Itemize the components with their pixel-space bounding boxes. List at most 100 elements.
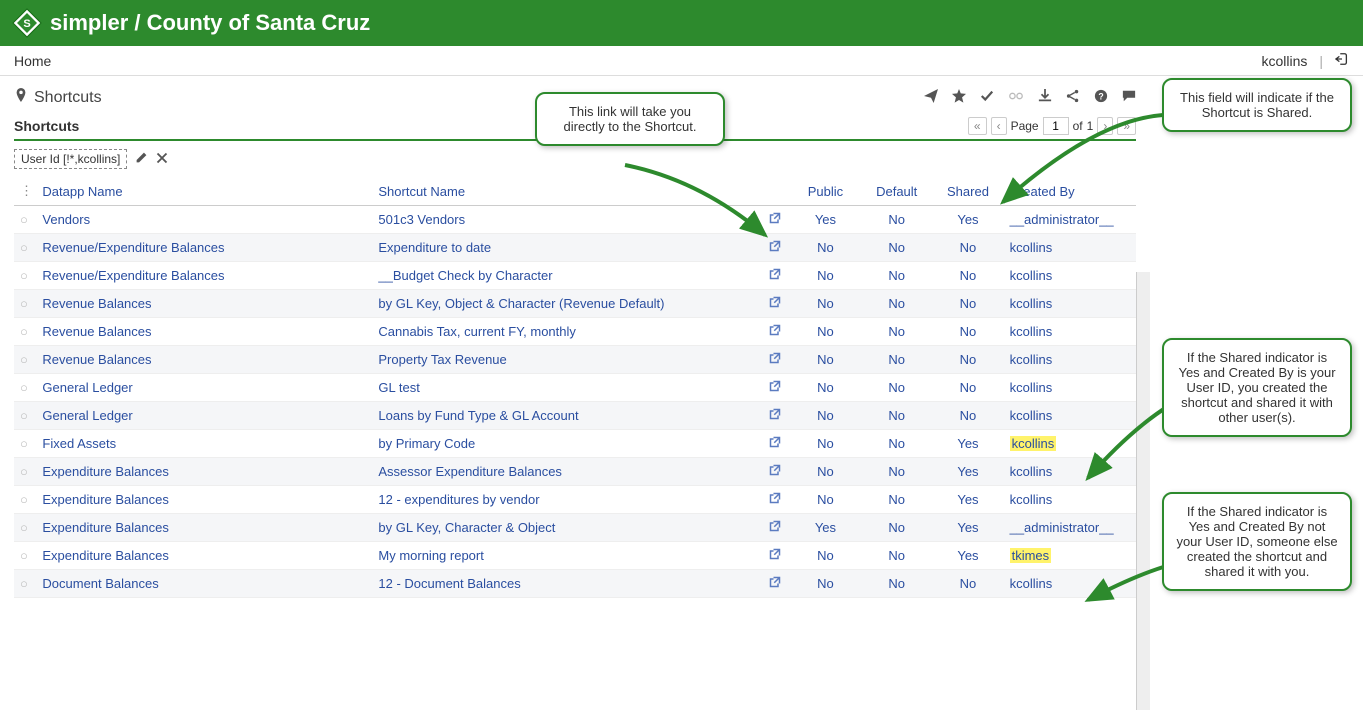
cell-shortcut[interactable]: Property Tax Revenue xyxy=(372,346,759,374)
open-link-icon[interactable] xyxy=(759,430,790,458)
comment-icon[interactable] xyxy=(1122,89,1136,106)
callout-shared-field: This field will indicate if the Shortcut… xyxy=(1162,78,1352,132)
row-handle-icon[interactable]: ○ xyxy=(14,262,36,290)
open-link-icon[interactable] xyxy=(759,542,790,570)
cell-shortcut[interactable]: Assessor Expenditure Balances xyxy=(372,458,759,486)
vertical-scrollbar[interactable] xyxy=(1136,272,1150,710)
pager-first[interactable]: « xyxy=(968,117,987,135)
breadcrumb-home[interactable]: Home xyxy=(14,53,51,69)
cell-public: No xyxy=(790,374,861,402)
cell-shortcut[interactable]: Loans by Fund Type & GL Account xyxy=(372,402,759,430)
cell-datapp[interactable]: General Ledger xyxy=(36,402,372,430)
cell-default: No xyxy=(861,542,932,570)
cell-default: No xyxy=(861,458,932,486)
table-row[interactable]: ○Expenditure BalancesAssessor Expenditur… xyxy=(14,458,1136,486)
cell-datapp[interactable]: Revenue/Expenditure Balances xyxy=(36,234,372,262)
row-handle-icon[interactable]: ○ xyxy=(14,290,36,318)
cell-shortcut[interactable]: 12 - Document Balances xyxy=(372,570,759,598)
open-link-icon[interactable] xyxy=(759,514,790,542)
cell-shortcut[interactable]: My morning report xyxy=(372,542,759,570)
cell-datapp[interactable]: Document Balances xyxy=(36,570,372,598)
logout-icon[interactable] xyxy=(1335,52,1349,69)
cell-shortcut[interactable]: __Budget Check by Character xyxy=(372,262,759,290)
table-row[interactable]: ○Vendors501c3 VendorsYesNoYes__administr… xyxy=(14,206,1136,234)
cell-shared: Yes xyxy=(932,458,1003,486)
current-user[interactable]: kcollins xyxy=(1261,53,1307,69)
table-row[interactable]: ○Expenditure BalancesMy morning report No… xyxy=(14,542,1136,570)
row-handle-icon[interactable]: ○ xyxy=(14,234,36,262)
cell-default: No xyxy=(861,486,932,514)
check-icon[interactable] xyxy=(980,89,994,106)
cell-shortcut[interactable]: by Primary Code xyxy=(372,430,759,458)
download-icon[interactable] xyxy=(1038,89,1052,106)
open-link-icon[interactable] xyxy=(759,346,790,374)
open-link-icon[interactable] xyxy=(759,458,790,486)
table-row[interactable]: ○Expenditure Balances12 - expenditures b… xyxy=(14,486,1136,514)
table-row[interactable]: ○Revenue BalancesCannabis Tax, current F… xyxy=(14,318,1136,346)
open-link-icon[interactable] xyxy=(759,374,790,402)
cell-shortcut[interactable]: by GL Key, Object & Character (Revenue D… xyxy=(372,290,759,318)
star-icon[interactable] xyxy=(952,89,966,106)
cell-shortcut[interactable]: GL test xyxy=(372,374,759,402)
send-icon[interactable] xyxy=(924,89,938,106)
cell-datapp[interactable]: Vendors xyxy=(36,206,372,234)
table-row[interactable]: ○Expenditure Balancesby GL Key, Characte… xyxy=(14,514,1136,542)
cell-shortcut[interactable]: by GL Key, Character & Object xyxy=(372,514,759,542)
share-icon[interactable] xyxy=(1066,89,1080,106)
open-link-icon[interactable] xyxy=(759,570,790,598)
col-default[interactable]: Default xyxy=(861,177,932,206)
col-shared[interactable]: Shared xyxy=(932,177,1003,206)
row-handle-icon[interactable]: ○ xyxy=(14,458,36,486)
cell-shared: Yes xyxy=(932,542,1003,570)
row-handle-icon[interactable]: ○ xyxy=(14,514,36,542)
row-handle-icon[interactable]: ○ xyxy=(14,542,36,570)
row-handle-icon[interactable]: ○ xyxy=(14,318,36,346)
table-row[interactable]: ○Revenue/Expenditure Balances__Budget Ch… xyxy=(14,262,1136,290)
cell-datapp[interactable]: Fixed Assets xyxy=(36,430,372,458)
col-datapp[interactable]: Datapp Name xyxy=(36,177,372,206)
table-row[interactable]: ○General LedgerLoans by Fund Type & GL A… xyxy=(14,402,1136,430)
row-handle-icon[interactable]: ○ xyxy=(14,570,36,598)
row-handle-icon[interactable]: ○ xyxy=(14,346,36,374)
cell-default: No xyxy=(861,318,932,346)
cell-datapp[interactable]: Expenditure Balances xyxy=(36,542,372,570)
cell-shared: Yes xyxy=(932,206,1003,234)
row-handle-icon[interactable]: ○ xyxy=(14,374,36,402)
col-handle[interactable]: ⋮ xyxy=(14,177,36,206)
row-handle-icon[interactable]: ○ xyxy=(14,486,36,514)
open-link-icon[interactable] xyxy=(759,486,790,514)
cell-datapp[interactable]: Revenue/Expenditure Balances xyxy=(36,262,372,290)
cell-datapp[interactable]: Expenditure Balances xyxy=(36,514,372,542)
open-link-icon[interactable] xyxy=(759,290,790,318)
cell-shared: No xyxy=(932,318,1003,346)
cell-datapp[interactable]: Expenditure Balances xyxy=(36,458,372,486)
cell-datapp[interactable]: Revenue Balances xyxy=(36,318,372,346)
table-row[interactable]: ○Revenue BalancesProperty Tax RevenueNoN… xyxy=(14,346,1136,374)
filter-chip[interactable]: User Id [!*,kcollins] xyxy=(14,149,127,169)
cell-public: No xyxy=(790,318,861,346)
row-handle-icon[interactable]: ○ xyxy=(14,206,36,234)
table-row[interactable]: ○General LedgerGL testNoNoNokcollins xyxy=(14,374,1136,402)
cell-datapp[interactable]: Revenue Balances xyxy=(36,290,372,318)
cell-public: No xyxy=(790,262,861,290)
open-link-icon[interactable] xyxy=(759,262,790,290)
open-link-icon[interactable] xyxy=(759,318,790,346)
help-icon[interactable]: ? xyxy=(1094,89,1108,106)
cell-created: __administrator__ xyxy=(1004,514,1136,542)
table-row[interactable]: ○Revenue/Expenditure BalancesExpenditure… xyxy=(14,234,1136,262)
cell-public: No xyxy=(790,402,861,430)
edit-filter-icon[interactable] xyxy=(135,151,148,167)
cell-shortcut[interactable]: Cannabis Tax, current FY, monthly xyxy=(372,318,759,346)
col-public[interactable]: Public xyxy=(790,177,861,206)
table-row[interactable]: ○Fixed Assetsby Primary CodeNoNoYeskcoll… xyxy=(14,430,1136,458)
cell-datapp[interactable]: Revenue Balances xyxy=(36,346,372,374)
row-handle-icon[interactable]: ○ xyxy=(14,402,36,430)
open-link-icon[interactable] xyxy=(759,402,790,430)
cell-shortcut[interactable]: 12 - expenditures by vendor xyxy=(372,486,759,514)
row-handle-icon[interactable]: ○ xyxy=(14,430,36,458)
table-row[interactable]: ○Revenue Balancesby GL Key, Object & Cha… xyxy=(14,290,1136,318)
cell-datapp[interactable]: Expenditure Balances xyxy=(36,486,372,514)
cell-datapp[interactable]: General Ledger xyxy=(36,374,372,402)
table-row[interactable]: ○Document Balances12 - Document Balances… xyxy=(14,570,1136,598)
clear-filter-icon[interactable] xyxy=(156,152,168,167)
